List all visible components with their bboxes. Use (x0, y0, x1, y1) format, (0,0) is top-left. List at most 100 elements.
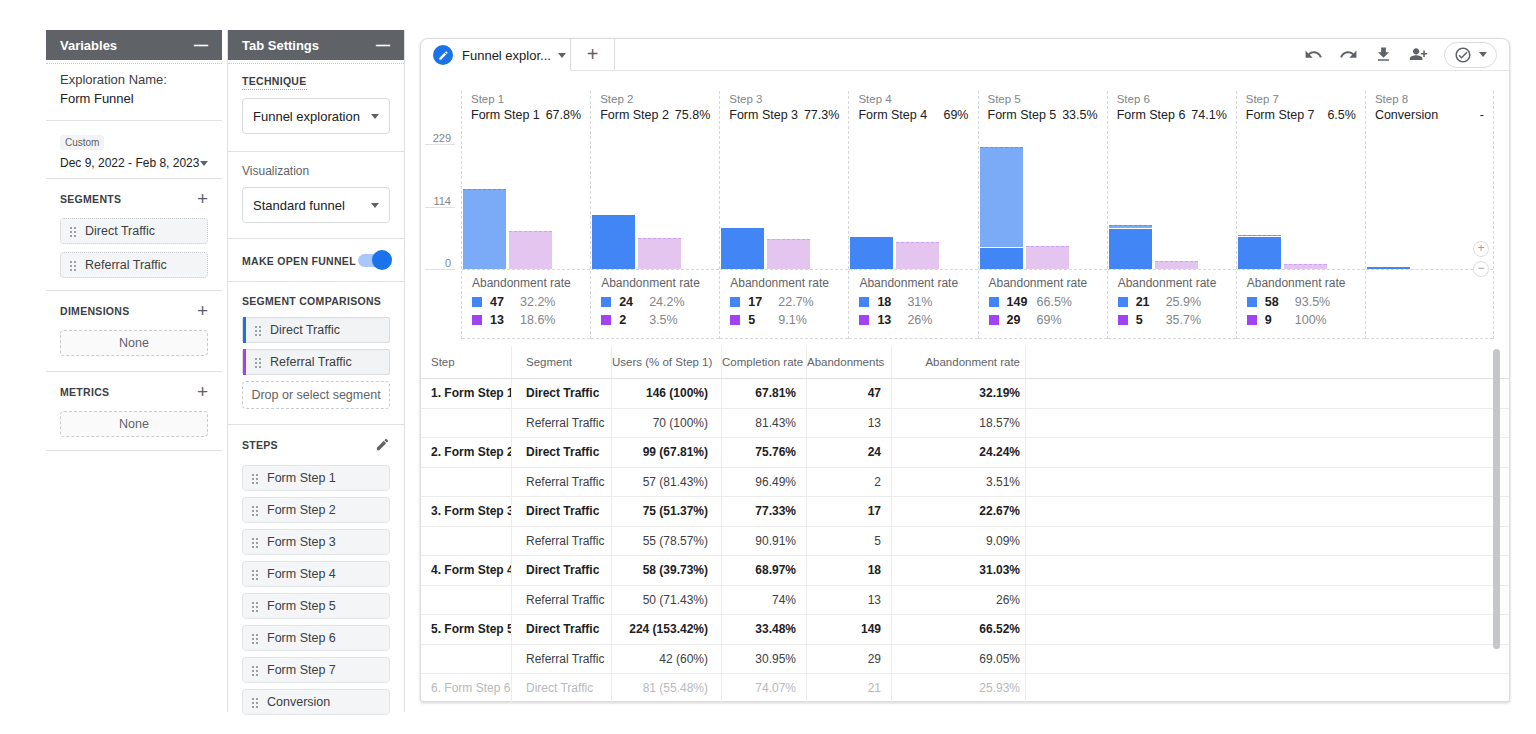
table-row[interactable]: Referral Traffic70 (100%)81.43%1318.57% (421, 409, 1509, 439)
referral-traffic-bar[interactable] (1155, 261, 1198, 269)
zoom-out-button[interactable]: − (1473, 261, 1489, 277)
add-dimension-button[interactable]: + (197, 303, 208, 319)
table-cell-users: 58 (39.73%) (611, 556, 721, 585)
table-cell-step: 2. Form Step 2 (421, 438, 511, 467)
abandonment-rate-label: Abandonment rate (601, 276, 719, 290)
table-cell-abandonment_rate: 25.93% (891, 674, 1026, 703)
table-column-header[interactable]: Abandonment rate (891, 346, 1026, 378)
edit-steps-icon[interactable] (375, 437, 390, 452)
table-row[interactable]: 3. Form Step 3Direct Traffic75 (51.37%)7… (421, 497, 1509, 527)
funnel-step-chip[interactable]: Form Step 4 (242, 561, 390, 587)
referral-traffic-bar[interactable] (1026, 246, 1069, 269)
y-axis-tick-label: 0 (445, 257, 451, 269)
funnel-step-chip[interactable]: Form Step 2 (242, 497, 390, 523)
technique-select[interactable]: Funnel exploration (242, 98, 390, 134)
direct-traffic-bar[interactable] (850, 237, 893, 269)
table-cell-segment: Referral Traffic (511, 409, 611, 438)
direct-legend-swatch (601, 297, 611, 307)
direct-abandonment-count: 21 (1136, 295, 1166, 309)
table-scrollbar[interactable] (1493, 349, 1500, 649)
funnel-step-chip[interactable]: Form Step 7 (242, 657, 390, 683)
undo-icon[interactable] (1304, 45, 1323, 64)
table-column-header[interactable]: Users (% of Step 1) (611, 346, 721, 378)
table-row[interactable]: Referral Traffic55 (78.57%)90.91%59.09% (421, 527, 1509, 557)
step-column-header: Step 8Conversion- (1366, 91, 1493, 122)
table-row[interactable]: Referral Traffic57 (81.43%)96.49%23.51% (421, 468, 1509, 498)
step-name-label: Form Step 5 (988, 108, 1057, 122)
tab-settings-minimize-button[interactable]: — (376, 40, 390, 50)
variables-minimize-button[interactable]: — (194, 40, 208, 50)
date-range-selector[interactable]: Dec 9, 2022 - Feb 8, 2023 (60, 156, 208, 170)
abandonment-direct-row: 5893.5% (1247, 295, 1365, 309)
funnel-step-chip[interactable]: Form Step 6 (242, 625, 390, 651)
funnel-step-column: Step 5Form Step 533.5%Abandonment rate14… (978, 91, 1107, 339)
step-name-label: Form Step 1 (471, 108, 540, 122)
exploration-name-value[interactable]: Form Funnel (60, 91, 208, 106)
step-completion-rate: - (1480, 108, 1484, 122)
add-metric-button[interactable]: + (197, 384, 208, 400)
status-dropdown-button[interactable] (1444, 42, 1497, 68)
direct-legend-swatch (1118, 297, 1128, 307)
table-row[interactable]: 1. Form Step 1Direct Traffic146 (100%)67… (421, 379, 1509, 409)
download-icon[interactable] (1374, 45, 1393, 64)
direct-traffic-bar[interactable] (592, 215, 635, 269)
abandonment-direct-row: 1831% (859, 295, 977, 309)
table-column-header[interactable]: Completion rate (721, 346, 806, 378)
table-cell-completion: 74.07% (721, 674, 806, 703)
funnel-step-label: Form Step 4 (267, 567, 336, 581)
direct-traffic-bar[interactable] (721, 228, 764, 269)
drop-segment-target[interactable]: Drop or select segment (242, 381, 390, 409)
drag-grip-icon (251, 633, 258, 644)
table-cell-completion: 67.81% (721, 379, 806, 408)
funnel-step-chip[interactable]: Conversion (242, 689, 390, 715)
table-cell-abandonment_rate: 22.67% (891, 497, 1026, 526)
direct-traffic-bar[interactable] (1238, 235, 1281, 269)
table-column-header[interactable]: Step (421, 346, 511, 378)
direct-traffic-bar[interactable] (1109, 225, 1152, 269)
redo-icon[interactable] (1339, 45, 1358, 64)
visualization-select[interactable]: Standard funnel (242, 187, 390, 223)
step-number-label: Step 8 (1375, 93, 1484, 105)
table-cell-users: 55 (78.57%) (611, 527, 721, 556)
direct-traffic-bar[interactable] (463, 189, 506, 269)
table-cell-abandonments: 2 (806, 468, 891, 497)
referral-abandonment-rate: 18.6% (520, 313, 555, 327)
person-add-icon[interactable] (1409, 45, 1428, 64)
segment-chip[interactable]: Direct Traffic (60, 218, 208, 244)
funnel-step-chip[interactable]: Form Step 1 (242, 465, 390, 491)
table-header-filler (1026, 346, 1509, 378)
segment-comparison-chip[interactable]: Referral Traffic (242, 349, 390, 375)
table-row[interactable]: 4. Form Step 4Direct Traffic58 (39.73%)6… (421, 556, 1509, 586)
pencil-icon (438, 50, 449, 61)
add-tab-button[interactable]: + (571, 39, 615, 71)
tab-funnel-exploration[interactable]: Funnel explor... (421, 39, 571, 71)
funnel-step-chip[interactable]: Form Step 5 (242, 593, 390, 619)
table-row[interactable]: 2. Form Step 2Direct Traffic99 (67.81%)7… (421, 438, 1509, 468)
table-row[interactable]: 6. Form Step 6Direct Traffic81 (55.48%)7… (421, 674, 1509, 704)
direct-traffic-bar[interactable] (980, 147, 1023, 269)
funnel-step-label: Form Step 5 (267, 599, 336, 613)
table-column-header[interactable]: Segment (511, 346, 611, 378)
referral-traffic-bar[interactable] (509, 231, 552, 269)
add-segment-button[interactable]: + (197, 191, 208, 207)
table-cell-abandonments: 24 (806, 438, 891, 467)
referral-traffic-bar[interactable] (767, 239, 810, 269)
referral-abandonment-count: 13 (490, 313, 520, 327)
segment-comparison-chip[interactable]: Direct Traffic (242, 317, 390, 343)
referral-traffic-bar[interactable] (638, 238, 681, 269)
table-column-header[interactable]: Abandonments (806, 346, 891, 378)
table-row[interactable]: 5. Form Step 5Direct Traffic224 (153.42%… (421, 615, 1509, 645)
table-row[interactable]: Referral Traffic50 (71.43%)74%1326% (421, 586, 1509, 616)
referral-traffic-bar[interactable] (896, 242, 939, 269)
segment-chip[interactable]: Referral Traffic (60, 252, 208, 278)
make-open-funnel-toggle[interactable] (358, 254, 390, 267)
table-cell-completion: 33.48% (721, 615, 806, 644)
funnel-step-label: Form Step 6 (267, 631, 336, 645)
table-row[interactable]: Referral Traffic42 (60%)30.95%2969.05% (421, 645, 1509, 675)
table-cell-filler (1026, 409, 1509, 438)
step-number-label: Step 4 (858, 93, 968, 105)
funnel-step-chip[interactable]: Form Step 3 (242, 529, 390, 555)
segment-comparison-label: Referral Traffic (270, 355, 352, 369)
zoom-in-button[interactable]: + (1473, 241, 1489, 257)
step-column-header: Step 4Form Step 469% (849, 91, 977, 122)
